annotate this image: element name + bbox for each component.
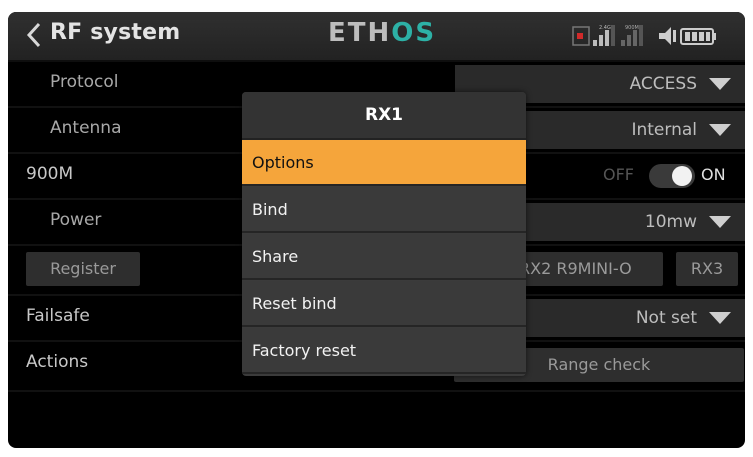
rx2-button[interactable]: RX2 R9MINI-O bbox=[513, 252, 663, 286]
dropdown-arrow-icon bbox=[709, 312, 731, 324]
power-label: Power bbox=[50, 210, 102, 230]
menu-item-reset-bind[interactable]: Reset bind bbox=[242, 281, 526, 327]
logo-text-right: OS bbox=[391, 18, 437, 48]
protocol-label: Protocol bbox=[50, 72, 119, 92]
label-900m: 900M bbox=[625, 25, 639, 31]
register-button[interactable]: Register bbox=[26, 252, 140, 286]
menu-item-options[interactable]: Options bbox=[242, 140, 526, 186]
toggle-off-label: OFF bbox=[603, 165, 634, 184]
dropdown-arrow-icon bbox=[709, 216, 731, 228]
menu-item-factory-reset[interactable]: Factory reset bbox=[242, 328, 526, 374]
m900-toggle[interactable]: OFF ON bbox=[589, 162, 739, 190]
menu-item-bind[interactable]: Bind bbox=[242, 187, 526, 233]
dialog-title: RX1 bbox=[242, 92, 526, 140]
rx3-button[interactable]: RX3 bbox=[676, 252, 738, 286]
protocol-value: ACCESS bbox=[629, 74, 697, 94]
signal-2g4-icon: 2.4G bbox=[593, 25, 615, 46]
status-square-icon bbox=[572, 26, 590, 46]
antenna-label: Antenna bbox=[50, 118, 122, 138]
dropdown-arrow-icon bbox=[709, 78, 731, 90]
antenna-value: Internal bbox=[631, 120, 697, 140]
signal-900m-icon: 900M bbox=[621, 25, 643, 46]
actions-label: Actions bbox=[26, 352, 89, 372]
label-2g4: 2.4G bbox=[599, 25, 611, 31]
menu-item-share[interactable]: Share bbox=[242, 234, 526, 280]
failsafe-label: Failsafe bbox=[26, 306, 90, 326]
rx1-dialog: RX1 Options Bind Share Reset bind Factor… bbox=[242, 92, 526, 376]
battery-icon bbox=[680, 28, 716, 45]
ethos-logo: ETHOS bbox=[328, 18, 436, 48]
power-value: 10mw bbox=[644, 212, 697, 232]
back-chevron-icon[interactable] bbox=[22, 20, 46, 50]
logo-text-left: ETH bbox=[328, 18, 392, 48]
radio-display: RF system ETHOS 2.4G 900M Protocol ACCES… bbox=[8, 12, 745, 448]
speaker-icon bbox=[659, 27, 676, 45]
toggle-on-label: ON bbox=[701, 165, 726, 184]
page-title: RF system bbox=[50, 20, 181, 45]
header-bar: RF system ETHOS 2.4G 900M bbox=[8, 12, 745, 62]
status-indicators: 2.4G 900M bbox=[572, 25, 716, 46]
dropdown-arrow-icon bbox=[709, 124, 731, 136]
screen: RF system ETHOS 2.4G 900M Protocol ACCES… bbox=[0, 0, 753, 457]
m900-label: 900M bbox=[26, 164, 74, 184]
failsafe-value: Not set bbox=[635, 308, 697, 328]
toggle-switch-icon bbox=[649, 164, 695, 188]
